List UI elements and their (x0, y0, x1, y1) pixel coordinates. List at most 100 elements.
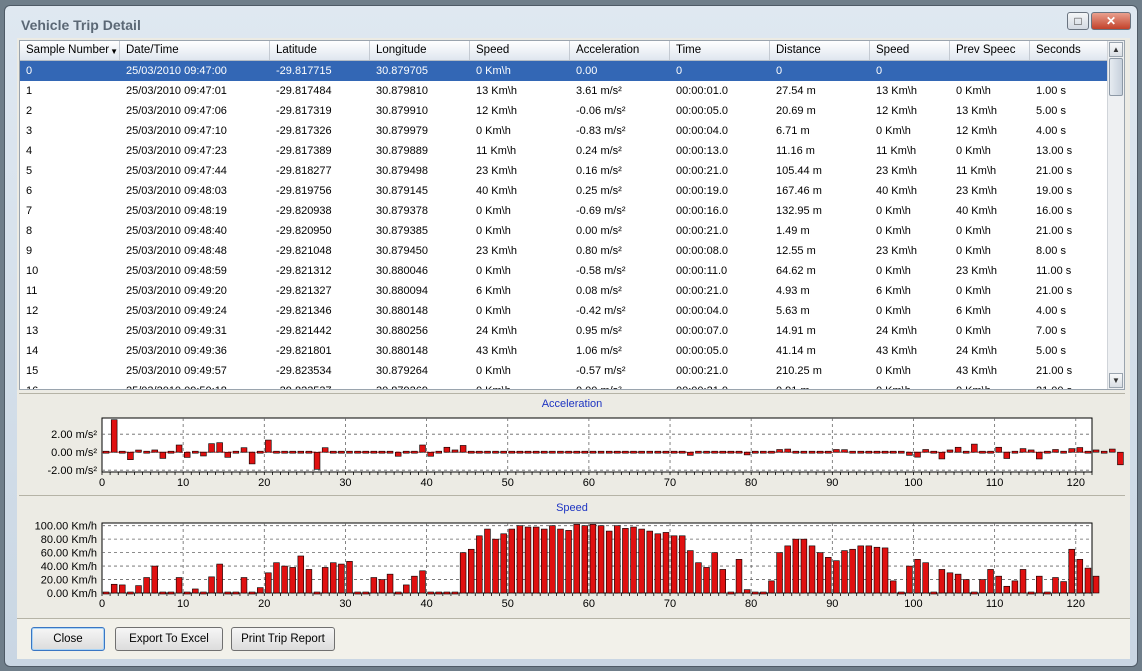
table-cell: 0.80 m/s² (576, 245, 622, 257)
table-cell: 23 Km\h (876, 245, 917, 257)
bar (776, 552, 783, 594)
table-row[interactable]: 14 25/03/2010 09:49:36 -29.821801 30.880148… (20, 341, 1110, 361)
table-row[interactable]: 9 25/03/2010 09:48:48 -29.821048 30.879450 2… (20, 241, 1110, 261)
table-row[interactable]: 12 25/03/2010 09:49:24 -29.821346 30.880148… (20, 301, 1110, 321)
bar (305, 569, 313, 594)
table-row[interactable]: 1 25/03/2010 09:47:01 -29.817484 30.879810 1… (20, 81, 1110, 101)
bar (630, 526, 637, 594)
bar (289, 567, 296, 594)
table-row[interactable]: 4 25/03/2010 09:47:23 -29.817389 30.879889 1… (20, 141, 1110, 161)
table-row[interactable]: 13 25/03/2010 09:49:31 -29.821442 30.880256… (20, 321, 1110, 341)
maximize-button[interactable]: □ (1067, 12, 1089, 30)
bar (752, 450, 759, 454)
grid-header: Sample Number ▼ Date/Time Latitude Longitude… (20, 41, 1110, 61)
table-row[interactable]: 5 25/03/2010 09:47:44 -29.818277 30.879498 2… (20, 161, 1110, 181)
scroll-thumb[interactable] (1109, 58, 1123, 96)
table-cell: -29.821801 (276, 345, 332, 357)
table-cell: 30.879979 (376, 125, 428, 137)
x-tick-label: 0 (99, 598, 105, 610)
bar (946, 572, 954, 594)
column-header[interactable]: Latitude (270, 41, 370, 60)
table-row[interactable]: 3 25/03/2010 09:47:10 -29.817326 30.879979 0… (20, 121, 1110, 141)
bar (938, 569, 946, 594)
table-cell: 21.00 s (1036, 285, 1073, 297)
bar (102, 591, 110, 595)
bar (711, 552, 718, 594)
table-cell: 0 Km\h (876, 305, 911, 317)
bar (727, 450, 735, 454)
table-cell: 9 (26, 245, 33, 257)
bar (265, 439, 272, 453)
bar (467, 548, 475, 594)
close-window-button[interactable]: ✕ (1091, 12, 1131, 30)
x-tick-label: 100 (904, 598, 922, 610)
bar (646, 450, 653, 454)
bar (768, 580, 775, 594)
print-trip-report-button[interactable]: Print Trip Report (231, 627, 335, 651)
title-bar[interactable]: Vehicle Trip Detail □ ✕ (5, 6, 1137, 40)
bar (557, 528, 564, 594)
bar (330, 562, 337, 594)
table-cell: 00:00:19.0 (676, 185, 728, 197)
bar (695, 450, 702, 454)
export-to-excel-button[interactable]: Export To Excel (115, 627, 223, 651)
table-cell: 00:00:16.0 (676, 205, 728, 217)
column-header[interactable]: Seconds (1030, 41, 1110, 60)
bar (411, 575, 418, 594)
bar (711, 450, 718, 454)
table-row[interactable]: 8 25/03/2010 09:48:40 -29.820950 30.879385 0… (20, 221, 1110, 241)
bar (484, 450, 491, 454)
bar (743, 589, 751, 594)
trip-samples-grid[interactable]: Sample Number ▼ Date/Time Latitude Longitude… (19, 40, 1125, 390)
close-button[interactable]: Close (31, 627, 105, 651)
table-cell: 0 (776, 65, 783, 77)
table-row[interactable]: 6 25/03/2010 09:48:03 -29.819756 30.879145 4… (20, 181, 1110, 201)
bar (938, 451, 946, 460)
column-header[interactable]: Speed (870, 41, 950, 60)
column-header[interactable]: Prev Speec (950, 41, 1030, 60)
column-header[interactable]: Speed (470, 41, 570, 60)
scroll-down-button[interactable]: ▼ (1109, 373, 1123, 388)
table-row[interactable]: 7 25/03/2010 09:48:19 -29.820938 30.879378 0… (20, 201, 1110, 221)
bar (622, 450, 629, 454)
column-header[interactable]: Sample Number ▼ (20, 41, 120, 60)
table-cell: 0 Km\h (876, 265, 911, 277)
table-cell: -29.820950 (276, 225, 332, 237)
table-cell: -29.823537 (270, 381, 370, 389)
bar (1060, 450, 1067, 454)
column-header[interactable]: Distance (770, 41, 870, 60)
table-row[interactable]: 2 25/03/2010 09:47:06 -29.817319 30.879910 1… (20, 101, 1110, 121)
bar (962, 579, 970, 594)
vertical-scrollbar[interactable]: ▲ ▼ (1107, 41, 1124, 389)
table-row[interactable]: 11 25/03/2010 09:49:20 -29.821327 30.880094… (20, 281, 1110, 301)
y-tick-label: 20.00 Km/h (41, 575, 97, 587)
bar (354, 450, 361, 454)
column-header[interactable]: Date/Time (120, 41, 270, 60)
table-row[interactable]: 10 25/03/2010 09:48:59 -29.821312 30.880046… (20, 261, 1110, 281)
bar (532, 526, 540, 594)
bar (378, 579, 386, 594)
table-row[interactable]: 1625/03/2010 09:50:18-29.82353730.879269… (20, 381, 1110, 389)
table-row[interactable]: 15 25/03/2010 09:49:57 -29.823534 30.879264… (20, 361, 1110, 381)
bar (232, 450, 240, 454)
bar (346, 561, 353, 594)
scroll-up-button[interactable]: ▲ (1109, 42, 1123, 57)
bar (321, 567, 329, 594)
table-cell: 30.879264 (376, 365, 428, 377)
bar (1003, 585, 1011, 594)
table-cell: 8 (26, 225, 33, 237)
table-cell (950, 61, 1030, 81)
table-cell: 0 Km\h (956, 285, 991, 297)
column-header[interactable]: Time (670, 41, 770, 60)
table-cell: 24 Km\h (956, 345, 997, 357)
bar (752, 591, 759, 595)
bar (1068, 548, 1075, 594)
column-header[interactable]: Acceleration (570, 41, 670, 60)
bar (792, 538, 800, 594)
speed-chart-panel: Speed 0 10 20 30 40 50 60 70 80 90 100 110 120 100.00… (19, 495, 1125, 616)
table-cell: 21.00 s (1036, 365, 1073, 377)
bar (451, 449, 459, 453)
table-cell: 4.00 s (1036, 305, 1066, 317)
table-row[interactable]: 0 25/03/2010 09:47:00 -29.817715 30.879705 0… (20, 61, 1110, 81)
column-header[interactable]: Longitude (370, 41, 470, 60)
